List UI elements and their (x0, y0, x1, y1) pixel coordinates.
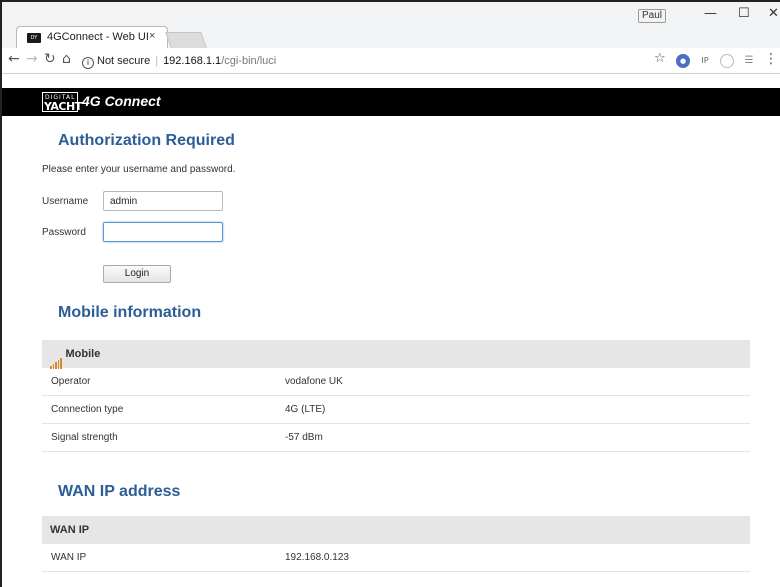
auth-title: Authorization Required (58, 132, 235, 149)
browser-window: DY 4GConnect - Web UI × Paul — ☐ ✕ ← → ↻… (0, 0, 780, 587)
site-favicon-icon: DY (27, 33, 41, 43)
title-bar: DY 4GConnect - Web UI × Paul — ☐ ✕ (2, 2, 780, 48)
row-value: 192.168.0.123 (285, 552, 349, 563)
row-key: Operator (51, 376, 91, 387)
row-key: WAN IP (51, 552, 87, 563)
row-value: vodafone UK (285, 376, 343, 387)
maximize-icon[interactable]: ☐ (738, 6, 750, 21)
password-input[interactable] (103, 222, 223, 242)
omnibox-separator: | (155, 55, 159, 67)
username-input[interactable] (103, 191, 223, 211)
row-key: Signal strength (51, 432, 118, 443)
tab-title: 4GConnect - Web UI (47, 31, 149, 43)
address-bar[interactable]: i Not secure | 192.168.1.1/cgi-bin/luci (82, 51, 672, 71)
digital-yacht-logo: DIGITAL YACHT (42, 92, 82, 113)
auth-prompt: Please enter your username and password. (42, 164, 236, 175)
new-tab-button[interactable] (165, 32, 207, 48)
circle-icon[interactable] (720, 54, 734, 68)
row-key: Connection type (51, 404, 124, 415)
minimize-icon[interactable]: — (704, 6, 717, 21)
brand-title: 4G Connect (82, 93, 161, 109)
browser-toolbar: ← → ↻ ⌂ i Not secure | 192.168.1.1/cgi-bin/… (2, 48, 780, 74)
mobile-title: Mobile information (58, 304, 202, 321)
browser-tab[interactable]: DY 4GConnect - Web UI × (16, 26, 168, 48)
wan-title: WAN IP address (58, 483, 181, 500)
url-host: 192.168.1.1 (163, 55, 222, 67)
site-header: DIGITAL YACHT 4G Connect (2, 88, 780, 116)
url-path: /cgi-bin/luci (221, 55, 277, 67)
tab-close-icon[interactable]: × (149, 30, 155, 42)
forward-icon[interactable]: → (26, 51, 38, 67)
table-row: WAN IP 192.168.0.123 (42, 544, 750, 572)
table-row: Operator vodafone UK (42, 368, 750, 396)
wan-table-header: WAN IP (42, 516, 750, 544)
menu-icon[interactable]: ⋮ (764, 51, 778, 67)
profile-button[interactable]: Paul (638, 9, 667, 23)
bookmark-star-icon[interactable]: ☆ (654, 51, 666, 66)
table-row: Connection type 4G (LTE) (42, 396, 750, 424)
row-value: 4G (LTE) (285, 404, 326, 415)
ublock-icon[interactable]: ● (676, 54, 690, 68)
row-value: -57 dBm (285, 432, 323, 443)
table-row: Signal strength -57 dBm (42, 424, 750, 452)
home-icon[interactable]: ⌂ (62, 51, 71, 67)
signal-bars-icon (50, 341, 63, 369)
wan-table: WAN IP WAN IP 192.168.0.123 (42, 516, 750, 572)
back-icon[interactable]: ← (8, 51, 20, 67)
ip-icon[interactable]: IP (698, 54, 712, 68)
reload-icon[interactable]: ↻ (44, 51, 56, 67)
mobile-table: Mobile Operator vodafone UK Connection t… (42, 340, 750, 452)
password-label: Password (42, 227, 86, 238)
username-label: Username (42, 196, 89, 207)
info-icon[interactable]: i (82, 57, 94, 69)
close-window-icon[interactable]: ✕ (768, 6, 779, 21)
checklist-icon[interactable]: ☰ (742, 54, 756, 68)
login-button[interactable]: Login (103, 265, 171, 283)
security-label: Not secure (97, 55, 151, 67)
mobile-table-header: Mobile (42, 340, 750, 369)
